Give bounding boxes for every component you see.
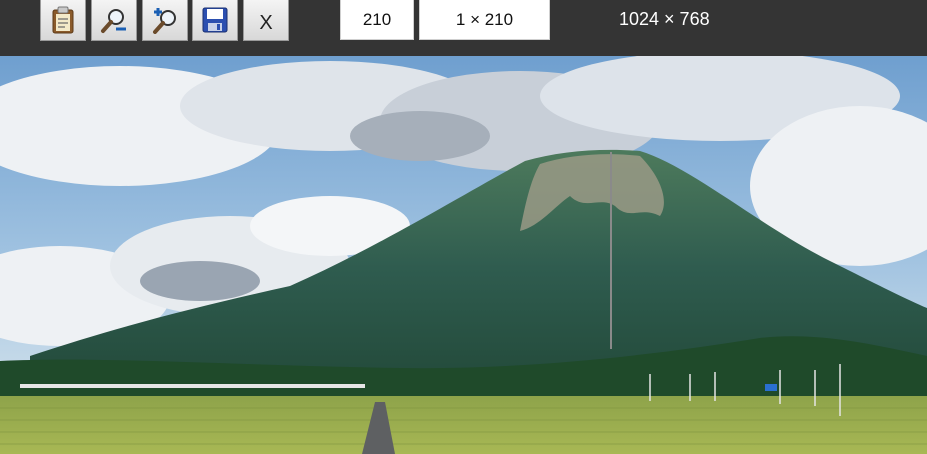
road-sign (765, 384, 777, 391)
landscape-photo[interactable] (0, 56, 927, 454)
save-button[interactable] (192, 0, 238, 41)
zoom-out-icon (100, 6, 128, 34)
toolbar: X 210 1 × 210 1024 × 768 (0, 0, 927, 56)
clipboard-icon (50, 6, 76, 34)
image-dimensions-label: 1024 × 768 (619, 9, 710, 29)
close-icon: X (259, 11, 273, 34)
length-field[interactable]: 210 (340, 0, 414, 40)
guardrail (20, 384, 365, 388)
rice-field (0, 396, 927, 454)
zoom-in-icon (151, 6, 179, 34)
floppy-disk-save-icon (202, 7, 228, 33)
clipboard-button[interactable] (40, 0, 86, 41)
zoom-out-button[interactable] (91, 0, 137, 41)
close-button[interactable]: X (243, 0, 289, 41)
selection-size-field[interactable]: 1 × 210 (419, 0, 550, 40)
zoom-in-button[interactable] (142, 0, 188, 41)
